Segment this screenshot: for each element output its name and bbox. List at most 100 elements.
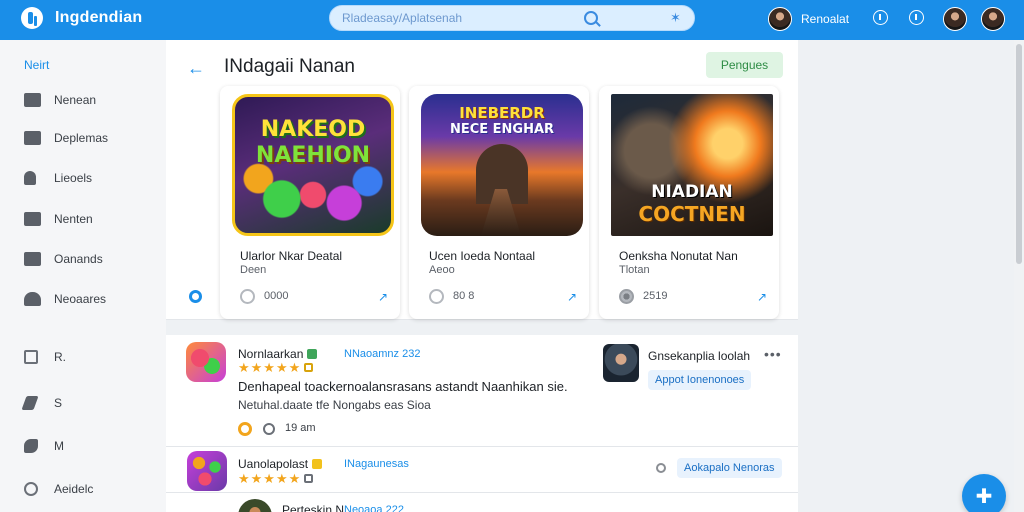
edit-icon: ✚ <box>975 485 993 508</box>
sidebar-item-3[interactable]: Nenten <box>24 208 154 230</box>
art-title: NAKEOD <box>260 117 366 142</box>
user-avatar[interactable] <box>768 7 792 31</box>
divider <box>166 492 798 493</box>
filter-button[interactable]: Pengues <box>706 52 783 78</box>
list-item-meta: Neoaoa 222 <box>344 504 404 512</box>
list-item-title[interactable]: Uanolapolast <box>238 457 323 471</box>
info-icon[interactable] <box>873 10 888 25</box>
game-artwork: NIADIAN COCTNEN <box>611 94 773 236</box>
top-bar: Ingdendian ✶ Renoalat <box>0 0 1024 40</box>
pin-icon[interactable]: ✶ <box>670 10 681 26</box>
coin-icon <box>238 422 252 436</box>
game-card[interactable]: INEBERDR NECE ENGHAR Ucen Ioeda Nontaal … <box>409 86 589 319</box>
app-icon[interactable] <box>186 342 226 382</box>
art-title: INEBERDR <box>459 104 545 122</box>
megaphone-icon <box>24 439 38 453</box>
sidebar-item-0[interactable]: Nenean <box>24 89 154 111</box>
divider <box>166 446 798 447</box>
user-avatar[interactable] <box>603 344 639 382</box>
sidebar-item-8[interactable]: M <box>24 435 154 457</box>
title-text: Nornlaarkan <box>238 347 304 361</box>
share-icon[interactable]: ↗ <box>757 290 767 304</box>
game-artwork: INEBERDR NECE ENGHAR <box>421 94 583 236</box>
sidebar-item-label: M <box>54 439 64 453</box>
section-title: INdagaii Nanan <box>224 56 355 77</box>
carousel-indicator-icon[interactable] <box>189 290 202 303</box>
badge-icon <box>304 474 314 483</box>
share-icon[interactable]: ↗ <box>378 290 388 304</box>
heart-icon[interactable] <box>240 289 255 304</box>
sidebar-item-4[interactable]: Oanands <box>24 248 154 270</box>
game-subtitle: Tlotan <box>619 264 650 276</box>
action-chip[interactable]: Aokapalo Nenoras <box>677 458 782 478</box>
help-icon[interactable] <box>909 10 924 25</box>
user-name[interactable]: Renoalat <box>801 12 849 26</box>
list-item-description: Denhapeal toackernoalansrasans astandt N… <box>238 379 568 394</box>
sidebar-item-label: R. <box>54 350 66 364</box>
list-item-title[interactable]: Perteskin N <box>282 503 344 512</box>
scrollbar-thumb[interactable] <box>1016 44 1022 264</box>
sidebar-item-6[interactable]: R. <box>24 346 154 368</box>
send-icon <box>21 396 39 410</box>
verified-icon <box>312 459 323 469</box>
contact-avatar[interactable] <box>943 7 967 31</box>
app-title: Ingdendian <box>55 9 143 26</box>
sidebar-item-label: Aeidelc <box>54 482 94 496</box>
book-icon <box>24 212 41 226</box>
game-name: Ucen Ioeda Nontaal <box>429 249 536 263</box>
more-options-icon[interactable]: ••• <box>764 346 782 362</box>
clock-icon <box>263 423 275 435</box>
share-icon[interactable]: ↗ <box>567 290 577 304</box>
search-icon[interactable] <box>584 11 598 25</box>
like-count: 80 8 <box>453 290 475 302</box>
search-bar[interactable]: ✶ <box>329 5 695 31</box>
sidebar-item-9[interactable]: Aeidelc <box>24 478 154 500</box>
chat-icon <box>24 131 41 145</box>
mail-icon <box>24 252 41 266</box>
status-icon <box>656 463 666 473</box>
sidebar-item-label: S <box>54 396 63 410</box>
app-logo-icon[interactable] <box>21 7 43 29</box>
game-card[interactable]: NIADIAN COCTNEN Oenksha Nonutat Nan Tlot… <box>599 86 779 319</box>
list-item-tags: Netuhal.daate tfe Nongabs eas Sioa <box>238 398 431 412</box>
game-card[interactable]: NAKEOD NAEHION Ularlor Nkar Deatal Deen … <box>220 86 400 319</box>
badge-icon <box>304 363 314 372</box>
rating-stars: ★★★★★ <box>238 360 314 376</box>
avatar[interactable] <box>619 289 634 304</box>
sidebar-item-7[interactable]: S <box>21 392 154 414</box>
sidebar-item-label: Deplemas <box>54 131 109 145</box>
sidebar-item-label: Lieoels <box>54 171 93 185</box>
list-item-meta: INagaunesas <box>344 458 409 470</box>
game-artwork: NAKEOD NAEHION <box>232 94 394 236</box>
sidebar-item-2[interactable]: Lieoels <box>24 167 154 189</box>
list-item-title[interactable]: Nornlaarkan <box>238 347 318 361</box>
settings-icon <box>24 482 38 496</box>
sidebar-item-label: Neoaares <box>54 292 107 306</box>
sidebar-item-1[interactable]: Deplemas <box>24 127 154 149</box>
sidebar-item-label: Nenten <box>54 212 93 226</box>
home-icon <box>24 93 41 107</box>
user-name[interactable]: Gnsekanplia loolah <box>648 349 750 363</box>
verified-icon <box>307 349 318 359</box>
list-item-meta: NNaoamnz 232 <box>344 348 421 360</box>
art-subtitle: NAEHION <box>255 143 371 168</box>
profile-avatar[interactable] <box>981 7 1005 31</box>
follow-chip[interactable]: Appot Ionenonoes <box>648 370 752 390</box>
timestamp: 19 am <box>285 422 316 434</box>
heart-icon[interactable] <box>429 289 444 304</box>
app-icon[interactable] <box>187 451 227 491</box>
sidebar-item-label: Nenean <box>54 93 97 107</box>
search-input[interactable] <box>342 10 582 26</box>
like-count: 2519 <box>643 290 668 302</box>
cloud-icon <box>24 292 41 306</box>
game-name: Ularlor Nkar Deatal <box>240 249 343 263</box>
game-subtitle: Deen <box>240 264 267 276</box>
sidebar-item-5[interactable]: Neoaares <box>24 288 154 310</box>
art-title: NIADIAN <box>651 182 733 202</box>
sidebar-heading: Neirt <box>24 58 50 72</box>
rating-stars: ★★★★★ <box>238 471 314 487</box>
compose-button[interactable]: ✚ <box>962 474 1006 512</box>
back-arrow-icon[interactable]: ← <box>187 58 205 79</box>
art-subtitle: COCTNEN <box>638 202 746 226</box>
game-name: Oenksha Nonutat Nan <box>619 249 738 263</box>
